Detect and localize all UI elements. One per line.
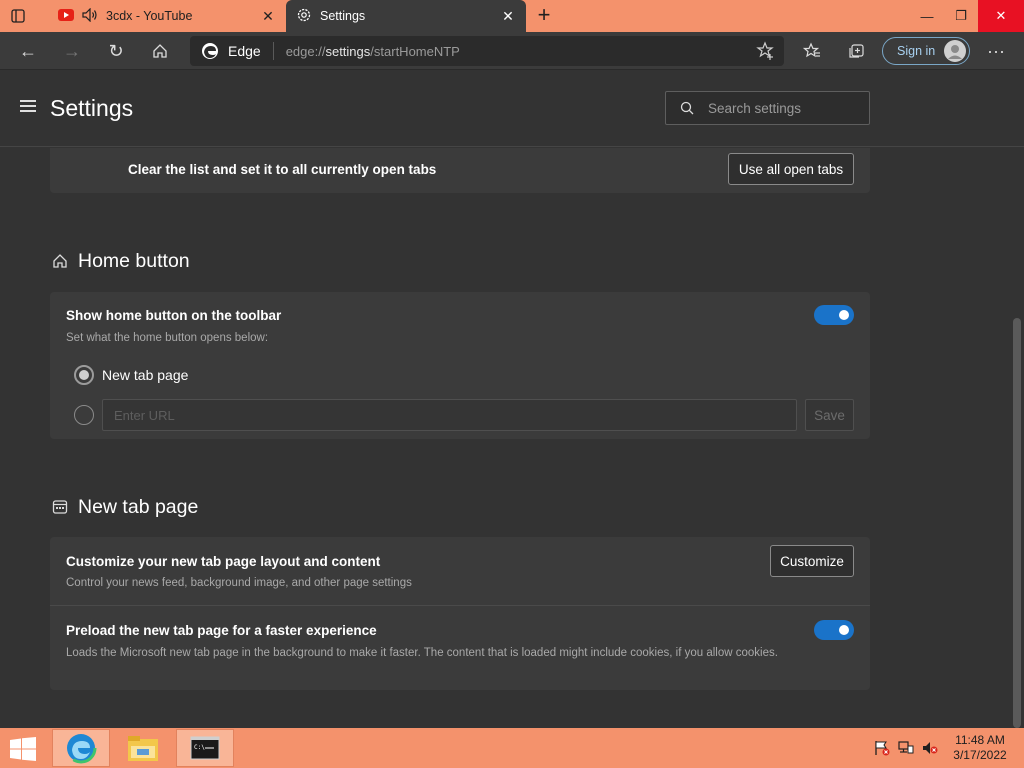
tab-strip: 3cdx - YouTube ✕ Settings ✕ + — ❐ ✕ xyxy=(0,0,1024,32)
network-icon[interactable] xyxy=(898,740,914,756)
search-icon xyxy=(680,101,694,115)
show-home-button-description: Set what the home button opens below: xyxy=(66,332,269,344)
section-title-home-button: Home button xyxy=(78,250,190,272)
add-favorite-icon[interactable] xyxy=(756,41,776,61)
site-label: Edge xyxy=(228,43,261,59)
preload-toggle[interactable] xyxy=(814,620,854,640)
use-all-open-tabs-button[interactable]: Use all open tabs xyxy=(728,153,854,185)
youtube-icon xyxy=(58,8,74,24)
volume-muted-icon[interactable] xyxy=(922,740,938,756)
new-tab-page-card: Customize your new tab page layout and c… xyxy=(50,537,870,690)
address-bar[interactable]: Edge edge://settings/startHomeNTP xyxy=(190,36,784,66)
clock-date: 3/17/2022 xyxy=(953,748,1007,762)
plus-icon[interactable]: + xyxy=(532,4,556,28)
tab-title: 3cdx - YouTube xyxy=(106,9,193,23)
section-title-new-tab-page: New tab page xyxy=(78,496,199,518)
collections-icon[interactable] xyxy=(842,38,870,64)
customize-description: Control your news feed, background image… xyxy=(66,577,412,589)
taskbar-command-prompt[interactable]: C:\ xyxy=(176,729,234,767)
folder-icon xyxy=(128,736,158,761)
taskbar-edge[interactable] xyxy=(52,729,110,767)
sign-in-label: Sign in xyxy=(897,44,936,58)
speaker-icon[interactable] xyxy=(82,7,98,25)
more-options-button[interactable]: ··· xyxy=(982,38,1010,64)
new-tab-page-icon xyxy=(52,499,68,515)
preload-description: Loads the Microsoft new tab page in the … xyxy=(66,647,778,659)
terminal-icon: C:\ xyxy=(190,736,220,760)
minimize-icon[interactable]: — xyxy=(910,0,944,32)
url-text: edge://settings/startHomeNTP xyxy=(285,43,460,59)
tab-youtube[interactable]: 3cdx - YouTube ✕ xyxy=(48,0,286,32)
radio-new-tab-page-label: New tab page xyxy=(102,367,189,383)
home-icon xyxy=(52,253,68,269)
customize-label: Customize your new tab page layout and c… xyxy=(66,554,381,569)
close-icon[interactable]: ✕ xyxy=(258,8,278,25)
radio-custom-url[interactable] xyxy=(74,405,94,425)
open-tabs-label: Clear the list and set it to all current… xyxy=(128,162,437,177)
open-tabs-card: Clear the list and set it to all current… xyxy=(50,148,870,193)
restore-icon[interactable]: ❐ xyxy=(944,0,978,32)
menu-icon[interactable] xyxy=(20,100,36,112)
taskbar: C:\ 11:48 AM 3/17/2022 xyxy=(0,728,1024,768)
browser-toolbar: ← → ↻ Edge edge://settings/startHomeNTP … xyxy=(0,32,1024,70)
show-home-button-toggle[interactable] xyxy=(814,305,854,325)
clock-time: 11:48 AM xyxy=(955,733,1005,747)
tab-settings[interactable]: Settings ✕ xyxy=(286,0,526,32)
customize-button[interactable]: Customize xyxy=(770,545,854,577)
tab-actions-icon[interactable] xyxy=(8,6,28,26)
gear-icon xyxy=(296,7,312,26)
preload-label: Preload the new tab page for a faster ex… xyxy=(66,623,377,638)
divider xyxy=(50,605,870,606)
refresh-icon[interactable]: ↻ xyxy=(102,38,130,64)
windows-start-icon[interactable] xyxy=(10,737,36,761)
taskbar-file-explorer[interactable] xyxy=(114,729,172,767)
settings-header: Settings xyxy=(0,71,1024,147)
edge-icon xyxy=(65,732,97,764)
svg-text:C:\: C:\ xyxy=(194,744,205,751)
search-input[interactable] xyxy=(708,100,858,116)
url-input[interactable] xyxy=(102,399,797,431)
back-icon[interactable]: ← xyxy=(14,38,42,64)
show-home-button-label: Show home button on the toolbar xyxy=(66,308,282,323)
scrollbar-thumb[interactable] xyxy=(1013,318,1021,728)
close-icon[interactable]: ✕ xyxy=(498,8,518,25)
search-box[interactable] xyxy=(665,91,870,125)
home-icon[interactable] xyxy=(146,38,174,64)
forward-icon[interactable]: → xyxy=(58,38,86,64)
divider xyxy=(272,42,274,60)
action-center-flag-icon[interactable] xyxy=(874,740,890,756)
close-window-icon[interactable]: ✕ xyxy=(978,0,1024,32)
sign-in-button[interactable]: Sign in xyxy=(882,37,970,65)
avatar xyxy=(944,40,966,62)
tab-title: Settings xyxy=(320,9,366,23)
system-clock[interactable]: 11:48 AM 3/17/2022 xyxy=(940,733,1020,763)
edge-icon xyxy=(200,41,220,61)
radio-new-tab-page[interactable] xyxy=(74,365,94,385)
favorites-icon[interactable] xyxy=(798,38,826,64)
save-button[interactable]: Save xyxy=(805,399,854,431)
page-title: Settings xyxy=(50,95,134,121)
